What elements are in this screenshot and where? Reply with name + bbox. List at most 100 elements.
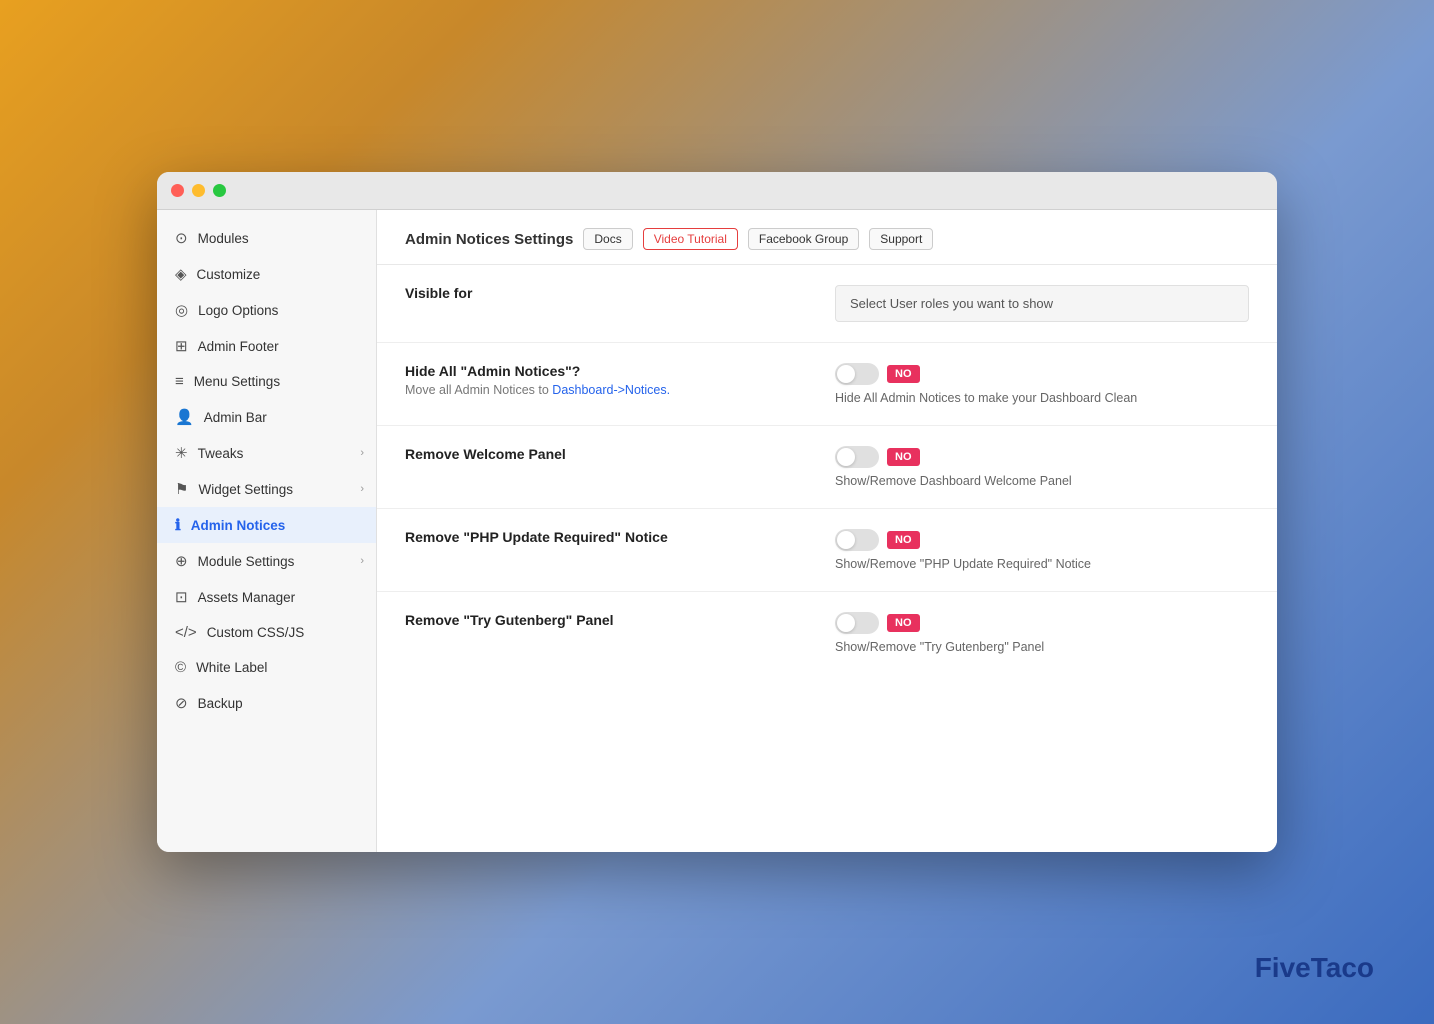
setting-left-remove-php-notice: Remove "PHP Update Required" Notice (405, 529, 819, 545)
sidebar-label-white-label: White Label (196, 660, 267, 675)
setting-right-hide-admin-notices: NO Hide All Admin Notices to make your Da… (835, 363, 1249, 405)
sidebar-label-admin-notices: Admin Notices (191, 518, 286, 533)
tag-video-tutorial[interactable]: Video Tutorial (643, 228, 738, 250)
setting-desc-remove-welcome-panel: Show/Remove Dashboard Welcome Panel (835, 474, 1249, 488)
setting-sublabel-hide-admin-notices: Move all Admin Notices to Dashboard->Not… (405, 383, 819, 397)
toggle-no-label-remove-php-notice: NO (887, 531, 920, 549)
sidebar-item-widget-settings[interactable]: ⚑ Widget Settings › (157, 471, 376, 507)
toggle-remove-php-notice[interactable] (835, 529, 879, 551)
sidebar-label-customize: Customize (197, 267, 261, 282)
logo-options-icon: ◎ (175, 301, 188, 319)
titlebar (157, 172, 1277, 210)
close-button[interactable] (171, 184, 184, 197)
toggle-row-remove-welcome-panel: NO (835, 446, 1249, 468)
tweaks-icon: ✳ (175, 444, 188, 462)
toggle-row-hide-admin-notices: NO (835, 363, 1249, 385)
sidebar-label-modules: Modules (198, 231, 249, 246)
widget-settings-icon: ⚑ (175, 480, 188, 498)
module-settings-icon: ⊕ (175, 552, 188, 570)
setting-left-remove-welcome-panel: Remove Welcome Panel (405, 446, 819, 462)
sidebar-label-admin-bar: Admin Bar (204, 410, 267, 425)
toggle-no-label-remove-welcome-panel: NO (887, 448, 920, 466)
sidebar-label-module-settings: Module Settings (198, 554, 295, 569)
settings-container: Visible for Select User roles you want to… (377, 265, 1277, 674)
main-content: Admin Notices Settings Docs Video Tutoria… (377, 210, 1277, 852)
sidebar-item-menu-settings[interactable]: ≡ Menu Settings (157, 364, 376, 399)
setting-remove-welcome-panel: Remove Welcome Panel NO Show/Remove Dashbo… (377, 426, 1277, 509)
sidebar-label-backup: Backup (198, 696, 243, 711)
sidebar-item-assets-manager[interactable]: ⊡ Assets Manager (157, 579, 376, 615)
backup-icon: ⊘ (175, 694, 188, 712)
setting-visible-for: Visible for Select User roles you want to… (377, 265, 1277, 343)
sidebar-label-custom-css-js: Custom CSS/JS (207, 625, 305, 640)
sidebar-item-custom-css-js[interactable]: </> Custom CSS/JS (157, 615, 376, 650)
modules-icon: ⊙ (175, 229, 188, 247)
sidebar-item-modules[interactable]: ⊙ Modules (157, 220, 376, 256)
brand-name: FiveTaco (1255, 952, 1374, 983)
chevron-icon-widget-settings: › (360, 483, 364, 495)
tag-support[interactable]: Support (869, 228, 933, 250)
menu-settings-icon: ≡ (175, 373, 184, 390)
admin-notices-icon: ℹ (175, 516, 181, 534)
page-header: Admin Notices Settings Docs Video Tutoria… (377, 210, 1277, 265)
setting-label-remove-php-notice: Remove "PHP Update Required" Notice (405, 529, 819, 545)
sidebar-label-tweaks: Tweaks (198, 446, 244, 461)
chevron-icon-module-settings: › (360, 555, 364, 567)
toggle-remove-gutenberg[interactable] (835, 612, 879, 634)
assets-manager-icon: ⊡ (175, 588, 188, 606)
sidebar-item-customize[interactable]: ◈ Customize (157, 256, 376, 292)
setting-label-hide-admin-notices: Hide All "Admin Notices"? (405, 363, 819, 379)
window-body: ⊙ Modules ◈ Customize ◎ Logo Options ⊞ Admin Fo… (157, 210, 1277, 852)
sidebar: ⊙ Modules ◈ Customize ◎ Logo Options ⊞ Admin Fo… (157, 210, 377, 852)
toggle-row-remove-gutenberg: NO (835, 612, 1249, 634)
setting-left-remove-gutenberg: Remove "Try Gutenberg" Panel (405, 612, 819, 628)
setting-remove-php-notice: Remove "PHP Update Required" Notice NO Sho… (377, 509, 1277, 592)
setting-label-remove-gutenberg: Remove "Try Gutenberg" Panel (405, 612, 819, 628)
sidebar-item-admin-bar[interactable]: 👤 Admin Bar (157, 399, 376, 435)
setting-right-visible-for: Select User roles you want to show (835, 285, 1249, 322)
custom-css-js-icon: </> (175, 624, 197, 641)
setting-right-remove-welcome-panel: NO Show/Remove Dashboard Welcome Panel (835, 446, 1249, 488)
setting-left-hide-admin-notices: Hide All "Admin Notices"? Move all Admin … (405, 363, 819, 397)
sidebar-item-white-label[interactable]: © White Label (157, 650, 376, 685)
toggle-hide-admin-notices[interactable] (835, 363, 879, 385)
toggle-remove-welcome-panel[interactable] (835, 446, 879, 468)
white-label-icon: © (175, 659, 186, 676)
notices-link[interactable]: Dashboard->Notices. (552, 383, 670, 397)
sidebar-label-admin-footer: Admin Footer (198, 339, 279, 354)
sidebar-item-admin-footer[interactable]: ⊞ Admin Footer (157, 328, 376, 364)
customize-icon: ◈ (175, 265, 187, 283)
sidebar-label-widget-settings: Widget Settings (198, 482, 293, 497)
setting-desc-remove-php-notice: Show/Remove "PHP Update Required" Notice (835, 557, 1249, 571)
setting-right-remove-php-notice: NO Show/Remove "PHP Update Required" Noti… (835, 529, 1249, 571)
setting-label-remove-welcome-panel: Remove Welcome Panel (405, 446, 819, 462)
app-window: ⊙ Modules ◈ Customize ◎ Logo Options ⊞ Admin Fo… (157, 172, 1277, 852)
maximize-button[interactable] (213, 184, 226, 197)
brand-footer: FiveTaco (1255, 952, 1374, 984)
sidebar-item-module-settings[interactable]: ⊕ Module Settings › (157, 543, 376, 579)
sidebar-label-assets-manager: Assets Manager (198, 590, 296, 605)
toggle-no-label-remove-gutenberg: NO (887, 614, 920, 632)
tag-facebook-group[interactable]: Facebook Group (748, 228, 859, 250)
setting-desc-hide-admin-notices: Hide All Admin Notices to make your Dash… (835, 391, 1249, 405)
user-roles-select[interactable]: Select User roles you want to show (835, 285, 1249, 322)
admin-bar-icon: 👤 (175, 408, 194, 426)
setting-label-visible-for: Visible for (405, 285, 819, 301)
toggle-row-remove-php-notice: NO (835, 529, 1249, 551)
tag-docs[interactable]: Docs (583, 228, 632, 250)
setting-desc-remove-gutenberg: Show/Remove "Try Gutenberg" Panel (835, 640, 1249, 654)
sidebar-item-logo-options[interactable]: ◎ Logo Options (157, 292, 376, 328)
setting-hide-admin-notices: Hide All "Admin Notices"? Move all Admin … (377, 343, 1277, 426)
minimize-button[interactable] (192, 184, 205, 197)
setting-right-remove-gutenberg: NO Show/Remove "Try Gutenberg" Panel (835, 612, 1249, 654)
sidebar-label-menu-settings: Menu Settings (194, 374, 280, 389)
chevron-icon-tweaks: › (360, 447, 364, 459)
sidebar-item-backup[interactable]: ⊘ Backup (157, 685, 376, 721)
toggle-no-label-hide-admin-notices: NO (887, 365, 920, 383)
sidebar-label-logo-options: Logo Options (198, 303, 278, 318)
sidebar-item-tweaks[interactable]: ✳ Tweaks › (157, 435, 376, 471)
setting-remove-gutenberg: Remove "Try Gutenberg" Panel NO Show/Remov… (377, 592, 1277, 674)
admin-footer-icon: ⊞ (175, 337, 188, 355)
sidebar-item-admin-notices[interactable]: ℹ Admin Notices (157, 507, 376, 543)
page-title: Admin Notices Settings (405, 231, 573, 248)
